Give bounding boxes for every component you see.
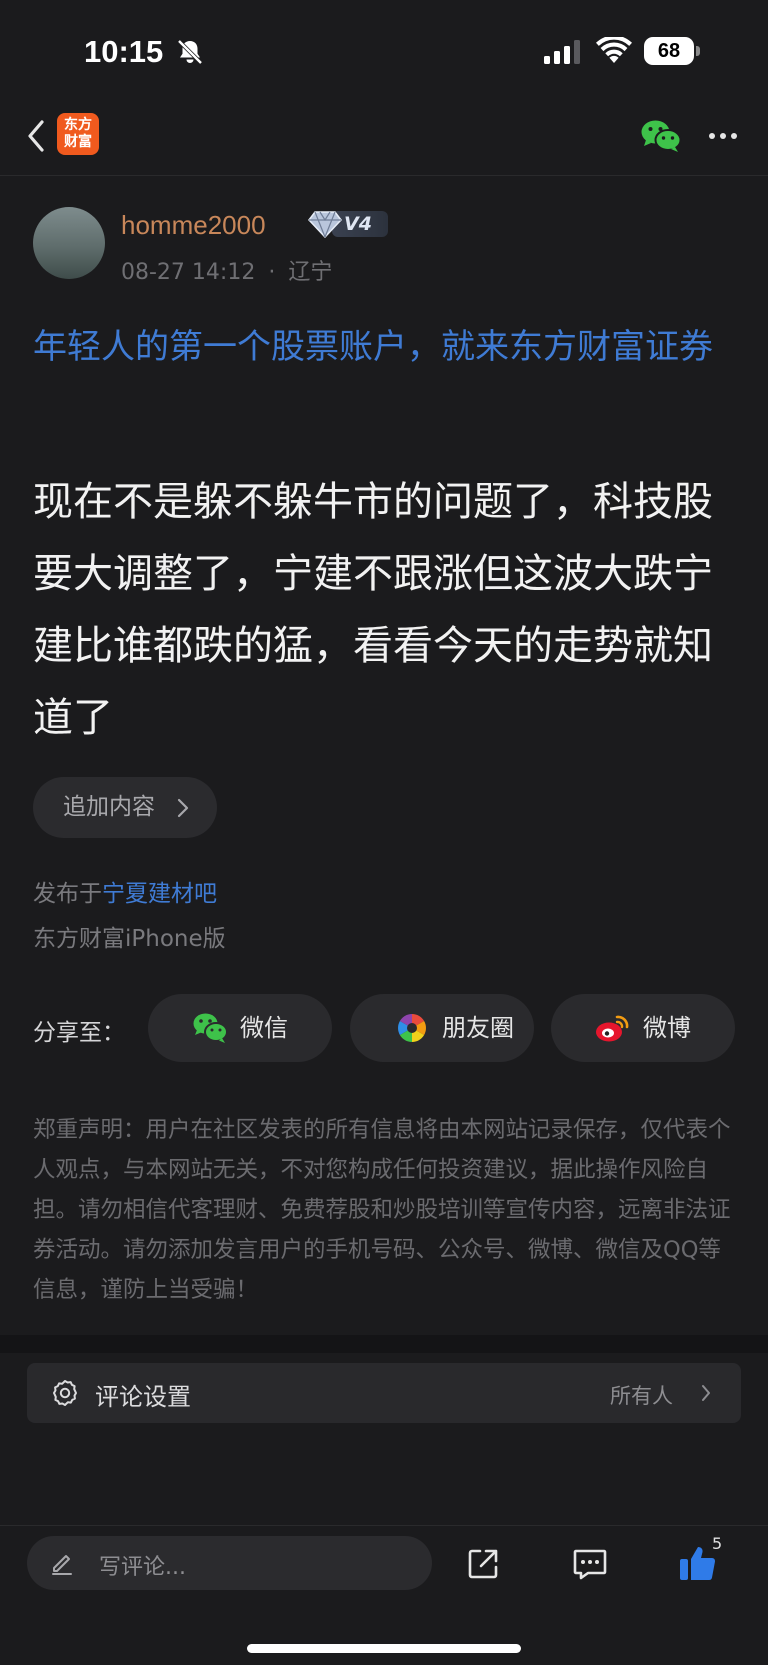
add-content-button[interactable]: 追加内容 — [33, 777, 217, 838]
comment-bubble-icon[interactable] — [572, 1547, 608, 1581]
logo-line-1: 东方 — [64, 117, 92, 133]
share-moments-button[interactable]: 朋友圈 — [350, 994, 534, 1062]
diamond-icon — [308, 211, 342, 239]
post-body: 现在不是躲不躲牛市的问题了，科技股要大调整了，宁建不跟涨但这波大跌宁建比谁都跌的… — [33, 479, 713, 741]
meta-separator: · — [268, 260, 276, 285]
weibo-icon — [596, 1015, 629, 1042]
add-content-label: 追加内容 — [63, 794, 155, 820]
comment-placeholder: 写评论... — [99, 1555, 186, 1580]
more-options-icon[interactable] — [708, 132, 738, 140]
author-avatar[interactable] — [33, 207, 105, 279]
bell-muted-icon — [177, 39, 203, 65]
comment-settings-value: 所有人 — [610, 1384, 673, 1408]
battery-indicator: 68 — [644, 37, 700, 65]
comment-settings-row[interactable]: 评论设置 所有人 — [27, 1363, 741, 1423]
published-in: 发布于宁夏建材吧 — [33, 874, 217, 908]
published-prefix: 发布于 — [33, 881, 102, 907]
forum-link[interactable]: 宁夏建材吧 — [102, 881, 217, 907]
wifi-icon — [596, 37, 632, 63]
comment-input[interactable]: 写评论... — [27, 1536, 432, 1590]
post-location: 辽宁 — [288, 260, 333, 285]
home-indicator — [247, 1644, 521, 1653]
battery-level: 68 — [644, 37, 694, 65]
eastmoney-logo[interactable]: 东方 财富 — [57, 113, 99, 155]
battery-tip — [696, 46, 700, 56]
share-moments-label: 朋友圈 — [442, 1014, 514, 1042]
promo-title-link[interactable]: 年轻人的第一个股票账户，就来东方财富证券 — [33, 322, 745, 372]
like-count: 5 — [712, 1534, 723, 1553]
comment-settings-label: 评论设置 — [95, 1383, 191, 1411]
cellular-signal-icon — [544, 40, 580, 64]
share-wechat-label: 微信 — [240, 1014, 288, 1042]
logo-line-2: 财富 — [64, 134, 92, 150]
chevron-right-icon — [177, 798, 189, 818]
nav-bar: 东方 财富 — [0, 100, 768, 176]
status-time: 10:15 — [84, 34, 164, 69]
gear-icon — [53, 1380, 77, 1406]
section-divider — [0, 1335, 768, 1353]
back-chevron-icon[interactable] — [24, 116, 48, 156]
pen-icon — [52, 1555, 72, 1575]
post-meta: 08-27 14:12 · 辽宁 — [121, 254, 332, 286]
share-weibo-label: 微博 — [643, 1014, 691, 1042]
chevron-right-icon — [702, 1385, 710, 1401]
disclaimer-text: 郑重声明：用户在社区发表的所有信息将由本网站记录保存，仅代表个人观点，与本网站无… — [33, 1117, 731, 1303]
user-level-badge: V4 — [308, 207, 388, 241]
share-label: 分享至： — [33, 1020, 125, 1046]
wechat-icon — [193, 1013, 228, 1043]
share-wechat-button[interactable]: 微信 — [148, 994, 332, 1062]
share-weibo-button[interactable]: 微博 — [551, 994, 735, 1062]
status-bar: 10:15 68 — [0, 0, 768, 100]
moments-aperture-icon — [398, 1014, 426, 1042]
share-external-icon[interactable] — [466, 1547, 500, 1581]
wechat-share-icon[interactable] — [640, 118, 682, 154]
post-date: 08-27 14:12 — [121, 260, 256, 285]
client-info: 东方财富iPhone版 — [33, 926, 226, 952]
author-username[interactable]: homme2000 — [121, 210, 266, 241]
